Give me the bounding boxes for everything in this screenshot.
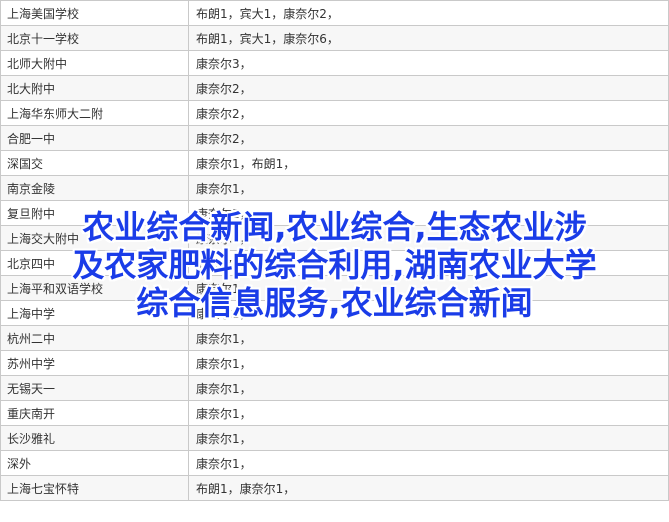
awards-cell: 康奈尔2，: [189, 76, 669, 100]
school-cell: 无锡天一: [0, 376, 189, 400]
table-row: 深国交 康奈尔1，布朗1，: [0, 151, 669, 176]
overlay-line-3: 综合信息服务,农业综合新闻: [136, 284, 533, 322]
awards-cell: 康奈尔1，: [189, 326, 669, 350]
awards-cell: 布朗1，宾大1，康奈尔2，: [189, 1, 669, 25]
table-row: 重庆南开 康奈尔1，: [0, 401, 669, 426]
awards-cell: 康奈尔2，: [189, 126, 669, 150]
school-cell: 北师大附中: [0, 51, 189, 75]
school-cell: 深国交: [0, 151, 189, 175]
table-row: 深外 康奈尔1，: [0, 451, 669, 476]
school-cell: 合肥一中: [0, 126, 189, 150]
awards-cell: 布朗1，宾大1，康奈尔6，: [189, 26, 669, 50]
table-row: 长沙雅礼 康奈尔1，: [0, 426, 669, 451]
awards-cell: 康奈尔1，: [189, 426, 669, 450]
table-row: 合肥一中 康奈尔2，: [0, 126, 669, 151]
school-cell: 苏州中学: [0, 351, 189, 375]
awards-cell: 康奈尔2，: [189, 101, 669, 125]
table-row: 南京金陵 康奈尔1，: [0, 176, 669, 201]
school-cell: 重庆南开: [0, 401, 189, 425]
school-cell: 北大附中: [0, 76, 189, 100]
overlay-line-2: 及农家肥料的综合利用,湖南农业大学: [72, 246, 597, 284]
table-row: 无锡天一 康奈尔1，: [0, 376, 669, 401]
awards-cell: 康奈尔1，: [189, 401, 669, 425]
awards-cell: 布朗1，康奈尔1，: [189, 476, 669, 500]
table-row: 上海七宝怀特 布朗1，康奈尔1，: [0, 476, 669, 501]
school-cell: 深外: [0, 451, 189, 475]
school-cell: 北京十一学校: [0, 26, 189, 50]
awards-cell: 康奈尔1，: [189, 376, 669, 400]
table-row: 上海美国学校 布朗1，宾大1，康奈尔2，: [0, 1, 669, 26]
school-cell: 上海美国学校: [0, 1, 189, 25]
awards-cell: 康奈尔1，: [189, 351, 669, 375]
table-row: 苏州中学 康奈尔1，: [0, 351, 669, 376]
overlay-headline: 农业综合新闻,农业综合,生态农业涉 及农家肥料的综合利用,湖南农业大学 综合信息…: [0, 208, 669, 322]
awards-cell: 康奈尔1，: [189, 176, 669, 200]
awards-cell: 康奈尔1，布朗1，: [189, 151, 669, 175]
overlay-line-1: 农业综合新闻,农业综合,生态农业涉: [82, 208, 587, 246]
table-row: 北师大附中 康奈尔3，: [0, 51, 669, 76]
school-cell: 上海七宝怀特: [0, 476, 189, 500]
school-cell: 上海华东师大二附: [0, 101, 189, 125]
awards-cell: 康奈尔3，: [189, 51, 669, 75]
awards-cell: 康奈尔1，: [189, 451, 669, 475]
table-row: 北京十一学校 布朗1，宾大1，康奈尔6，: [0, 26, 669, 51]
table-row: 杭州二中 康奈尔1，: [0, 326, 669, 351]
school-cell: 杭州二中: [0, 326, 189, 350]
table-row: 北大附中 康奈尔2，: [0, 76, 669, 101]
school-cell: 南京金陵: [0, 176, 189, 200]
table-row: 上海华东师大二附 康奈尔2，: [0, 101, 669, 126]
school-cell: 长沙雅礼: [0, 426, 189, 450]
